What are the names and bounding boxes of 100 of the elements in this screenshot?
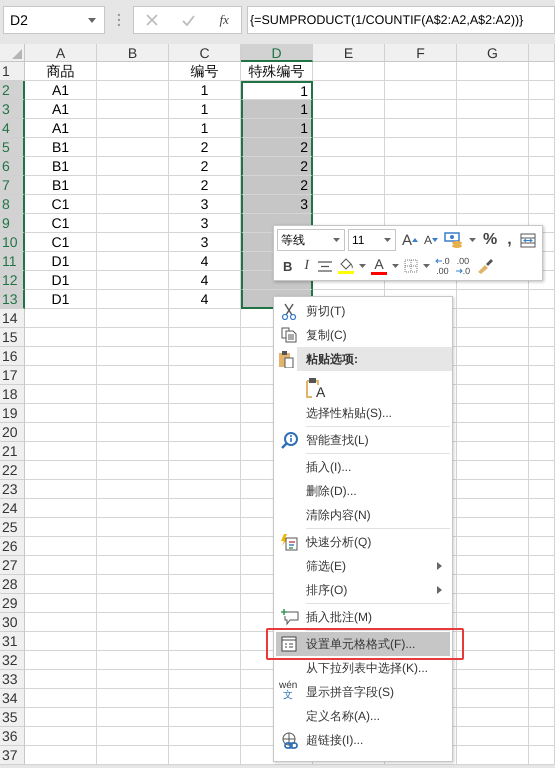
phonetic-icon: wén 文 [279,681,298,701]
row-header[interactable]: 12 [0,271,25,290]
row-header[interactable]: 4 [0,119,25,138]
menu-item[interactable]: 删除(D)... [274,479,452,503]
table-cell [97,271,169,290]
grow-font-button[interactable]: A [400,229,420,251]
menu-item[interactable]: 设置单元格格式(F)... [276,632,450,656]
row-header[interactable]: 14 [0,309,25,328]
caret-icon[interactable] [469,238,476,242]
table-cell [25,328,97,347]
row-header[interactable]: 11 [0,252,25,271]
table-cell: A1 [25,81,97,100]
menu-item[interactable]: 超链接(I)... [274,728,452,752]
menu-item[interactable]: 从下拉列表中选择(K)... [274,656,452,680]
increase-decimal-button[interactable]: .0 .00 [433,255,452,277]
column-header[interactable]: E [313,44,385,62]
paste-values-button[interactable]: A [306,373,326,399]
table-cell [97,594,169,613]
row-header[interactable]: 17 [0,366,25,385]
table-cell [25,518,97,537]
check-icon[interactable] [182,14,196,26]
caret-icon[interactable] [88,18,96,22]
row-header[interactable]: 21 [0,442,25,461]
row-header[interactable]: 28 [0,575,25,594]
row-header[interactable]: 25 [0,518,25,537]
font-name-field[interactable]: 等线 [277,229,345,251]
column-header[interactable]: D [241,44,313,62]
bold-button[interactable]: B [278,255,298,277]
row-header[interactable]: 1 [0,62,25,81]
font-color-button[interactable]: A [369,255,390,277]
table-cell [313,138,385,157]
row-header[interactable]: 10 [0,233,25,252]
menu-item[interactable]: 快速分析(Q) [274,530,452,554]
table-cell [529,195,555,214]
italic-button[interactable]: I [299,255,314,277]
row-header[interactable]: 22 [0,461,25,480]
row-header[interactable]: 37 [0,746,25,765]
menu-item[interactable]: 插入(I)... [274,455,452,479]
column-header[interactable]: B [97,44,169,62]
caret-icon[interactable] [392,264,400,268]
row-header[interactable]: 31 [0,632,25,651]
menu-item[interactable]: 选择性粘贴(S)... [274,401,452,425]
row-header[interactable]: 34 [0,689,25,708]
table-cell [457,309,529,328]
row-header[interactable]: 13 [0,290,25,309]
row-header[interactable]: 15 [0,328,25,347]
row-header[interactable]: 6 [0,157,25,176]
row-header[interactable]: 24 [0,499,25,518]
row-header[interactable]: 16 [0,347,25,366]
number-format-button[interactable]: % [479,229,502,251]
row-header[interactable]: 8 [0,195,25,214]
caret-icon[interactable] [359,264,366,268]
row-header[interactable]: 29 [0,594,25,613]
row-header[interactable]: 19 [0,404,25,423]
menu-item[interactable]: 筛选(E) [274,554,452,578]
decrease-decimal-button[interactable]: .00 .0 [454,255,472,277]
table-cell [97,157,169,176]
row-header[interactable]: 5 [0,138,25,157]
caret-icon[interactable] [423,264,430,268]
row-header[interactable]: 20 [0,423,25,442]
row-header[interactable]: 33 [0,670,25,689]
row-header[interactable]: 36 [0,727,25,746]
table-cell [97,423,169,442]
column-header[interactable]: A [25,44,97,62]
table-cell [25,404,97,423]
row-header[interactable]: 30 [0,613,25,632]
globe-link-icon [281,732,299,750]
menu-item[interactable]: 复制(C) [274,323,452,347]
insert-function-button[interactable]: fx [220,12,229,28]
row-header[interactable]: 26 [0,537,25,556]
formula-field[interactable]: {=SUMPRODUCT(1/COUNTIF(A$2:A2,A$2:A2))} [247,6,555,34]
row-header[interactable]: 7 [0,176,25,195]
row-header[interactable]: 32 [0,651,25,670]
menu-item[interactable]: 插入批注(M) [274,605,452,629]
caret-icon[interactable] [384,238,391,242]
row-header[interactable]: 9 [0,214,25,233]
menu-item[interactable]: 定义名称(A)... [274,704,452,728]
row-header[interactable]: 27 [0,556,25,575]
font-size-field[interactable]: 11 [348,229,396,251]
table-cell: C1 [25,214,97,233]
name-box[interactable]: D2 [3,6,105,34]
column-header[interactable]: G [457,44,529,62]
row-header[interactable]: 35 [0,708,25,727]
menu-item[interactable]: 智能查找(L) [274,428,452,452]
table-cell: 1 [241,119,313,138]
menu-item[interactable]: 排序(O) [274,578,452,602]
table-cell [25,499,97,518]
table-cell [97,708,169,727]
row-header[interactable]: 2 [0,81,25,100]
table-cell [25,575,97,594]
row-header[interactable]: 3 [0,100,25,119]
caret-icon[interactable] [333,238,340,242]
menu-item[interactable]: 清除内容(N) [274,503,452,527]
row-header[interactable]: 23 [0,480,25,499]
shrink-font-button[interactable]: A [422,229,440,251]
column-header[interactable]: C [169,44,241,62]
column-header[interactable]: F [385,44,457,62]
menu-item[interactable]: 剪切(T) [274,299,452,323]
row-header[interactable]: 18 [0,385,25,404]
number-format-button[interactable]: , [503,229,516,251]
